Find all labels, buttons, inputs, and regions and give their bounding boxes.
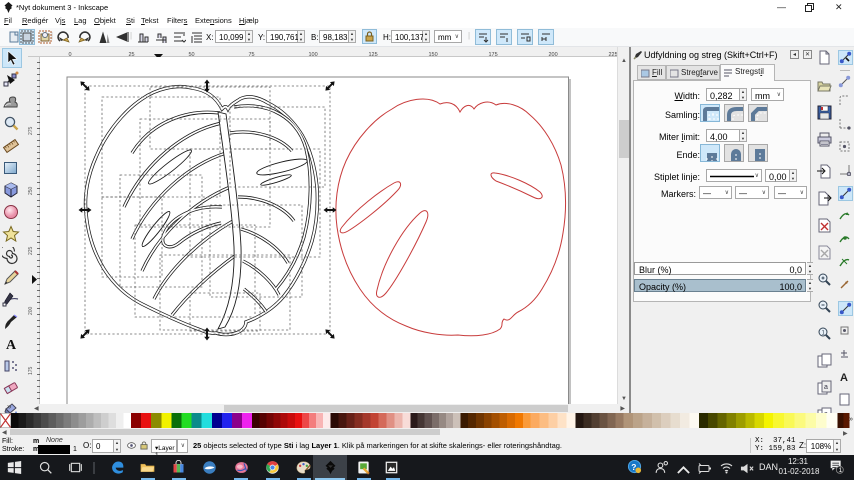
svg-text:A: A xyxy=(840,372,848,383)
svg-text:250: 250 xyxy=(28,186,34,195)
svg-text:A: A xyxy=(6,338,17,353)
svg-text:a: a xyxy=(824,384,828,391)
svg-text:175: 175 xyxy=(28,366,34,375)
svg-text:1: 1 xyxy=(839,467,843,474)
svg-text:225: 225 xyxy=(28,246,34,255)
svg-text:200: 200 xyxy=(28,306,34,315)
svg-text:275: 275 xyxy=(28,126,34,135)
